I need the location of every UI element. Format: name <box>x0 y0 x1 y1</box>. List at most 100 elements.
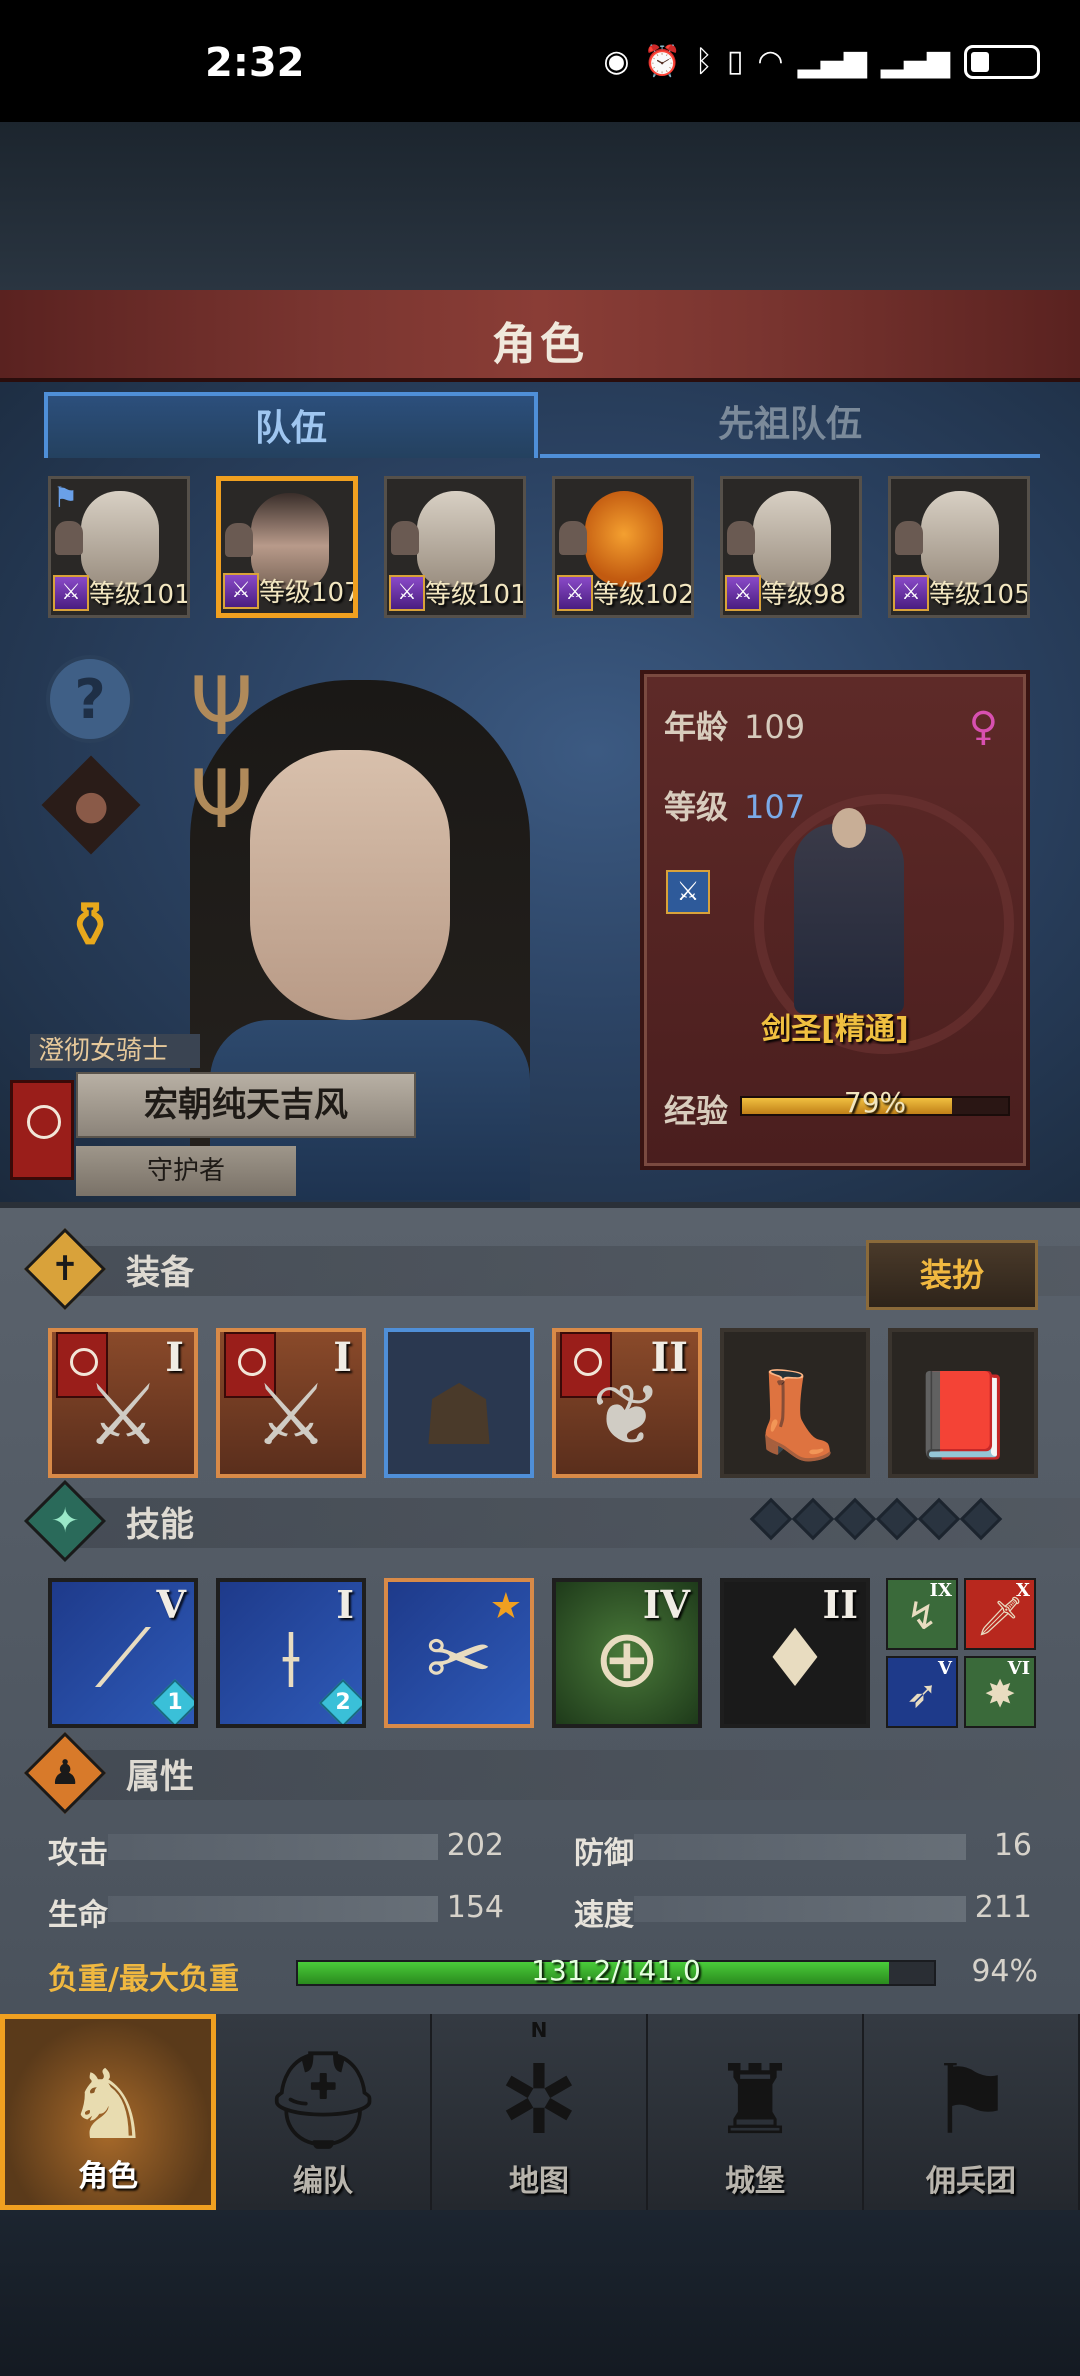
hero-title: 澄彻女骑士 <box>30 1034 200 1068</box>
skill-slot[interactable]: ⟊ I 2 <box>216 1578 366 1728</box>
class-bust-icon <box>391 521 419 555</box>
nav-item-mercenary[interactable]: ⚑ 佣兵团 <box>864 2014 1080 2210</box>
cross-icon: ✝ <box>23 1227 107 1311</box>
level-class-icon: ⚔ <box>557 575 593 611</box>
exp-label: 经验 <box>664 1092 729 1130</box>
exp-value: 79% <box>843 1086 907 1119</box>
level-class-icon: ⚔ <box>53 575 89 611</box>
equipment-slot[interactable]: ⚔ I <box>48 1328 198 1478</box>
passive-skill-slot[interactable]: ↯ IX <box>886 1578 958 1650</box>
tab-ancestor-team[interactable]: 先祖队伍 <box>540 392 1040 458</box>
passive-skill-slot[interactable]: ➶ V <box>886 1656 958 1728</box>
skill-rank: IX <box>929 1580 952 1601</box>
page-header: 角色 <box>0 290 1080 382</box>
level-class-icon: ⚔ <box>725 575 761 611</box>
gem-number: 1 <box>167 1690 183 1715</box>
age-row: 年龄 109 <box>664 708 806 746</box>
defense-stat: 防御 16 <box>574 1828 1032 1871</box>
hero-info-card: 年龄 109 ♀ 等级 107 ⚔ 剑圣[精通] 经验 79% <box>640 670 1030 1170</box>
boots-icon: 👢 <box>742 1366 848 1464</box>
weight-label: 负重/最大负重 <box>48 1962 239 1997</box>
speed-value: 211 <box>974 1890 1032 1925</box>
status-bar: 2:32 ◉ ⏰ ᛒ ▯ ◠ ▂▄▆ ▂▄▆ <box>0 0 1080 122</box>
hero-card[interactable]: ⚔ 等级98 <box>720 476 862 618</box>
skill-rank: V <box>938 1658 952 1679</box>
speed-stat: 速度 211 <box>574 1890 1032 1933</box>
nav-label: 地图 <box>509 2164 569 2199</box>
hero-portrait-icon <box>81 491 159 587</box>
skill-pip <box>917 1497 961 1541</box>
compass-icon: ✲ <box>498 2044 580 2156</box>
hero-name[interactable]: 宏朝纯天吉风 <box>76 1072 416 1138</box>
nav-item-castle[interactable]: ♜ 城堡 <box>648 2014 864 2210</box>
passive-skill-slot[interactable]: 🗡 X <box>964 1578 1036 1650</box>
skill-slots: ⟋ V 1 ⟊ I 2 ✂ ★ ⊕ IV ♦ II <box>48 1578 870 1728</box>
hero-level: 等级101 <box>425 580 526 610</box>
skill-slot[interactable]: ✂ ★ <box>384 1578 534 1728</box>
equipment-slots: ⚔ I ⚔ I ☗ ❦ II 👢 📕 <box>48 1328 1038 1478</box>
nav-label: 城堡 <box>725 2164 785 2199</box>
hero-card[interactable]: ⚔ 等级107 <box>216 476 358 618</box>
skill-rank: VI <box>1007 1658 1030 1679</box>
star-icon: ✦ <box>23 1479 107 1563</box>
skill-slot[interactable]: ⊕ IV <box>552 1578 702 1728</box>
gem-number: 2 <box>335 1690 351 1715</box>
skill-rank: X <box>1016 1580 1030 1601</box>
skill-rank: I <box>336 1582 354 1627</box>
tier-label: I <box>333 1334 352 1381</box>
skill-slot[interactable]: ♦ II <box>720 1578 870 1728</box>
hp-value: 154 <box>446 1890 504 1925</box>
tab-team[interactable]: 队伍 <box>44 392 538 458</box>
tier-label: I <box>165 1334 184 1381</box>
equipment-slot[interactable]: ❦ II <box>552 1328 702 1478</box>
potion-button[interactable]: ⚱ <box>46 882 134 970</box>
help-button[interactable]: ? <box>46 655 134 743</box>
passive-skill-slot[interactable]: ✸ VI <box>964 1656 1036 1728</box>
battery-icon <box>964 44 1040 79</box>
nav-item-knight[interactable]: ♞ 角色 <box>0 2014 216 2210</box>
helmet-icon: ⛑ <box>262 2044 384 2156</box>
hero-level: 等级105 <box>929 580 1030 610</box>
level-class-icon: ⚔ <box>223 573 259 609</box>
equipment-slot[interactable]: ⚔ I <box>216 1328 366 1478</box>
hp-stat: 生命 154 <box>48 1890 504 1933</box>
dress-up-button[interactable]: 装扮 <box>866 1240 1038 1310</box>
level-class-icon: ⚔ <box>893 575 929 611</box>
hero-level: 等级101 <box>89 580 190 610</box>
bust-icon: ● <box>73 782 109 828</box>
female-icon: ♀ <box>968 704 998 750</box>
hero-card[interactable]: ⚔ 等级105 <box>888 476 1030 618</box>
nav-item-helmet[interactable]: ⛑ 编队 <box>216 2014 432 2210</box>
class-figure <box>794 808 904 1014</box>
class-bust-icon <box>559 521 587 555</box>
equipment-slot[interactable]: 👢 <box>720 1328 870 1478</box>
star-icon: ★ <box>489 1586 522 1627</box>
hero-card[interactable]: ⚔ 等级102 <box>552 476 694 618</box>
equipment-slot[interactable]: ☗ <box>384 1328 534 1478</box>
equipment-slot[interactable]: 📕 <box>888 1328 1038 1478</box>
wifi-icon: ◠ <box>757 44 784 79</box>
eye-icon: ◉ <box>603 44 630 79</box>
class-bust-icon <box>225 523 253 557</box>
bluetooth-icon: ᛒ <box>694 44 713 79</box>
potion-icon: ⚱ <box>63 889 117 963</box>
bottom-nav: ♞ 角色 ⛑ 编队 ✲ N 地图 ♜ 城堡 ⚑ 佣兵团 <box>0 2014 1080 2210</box>
hero-card[interactable]: ⚑ ⚔ 等级101 <box>48 476 190 618</box>
hero-portrait-icon <box>417 491 495 587</box>
class-bust-icon <box>55 521 83 555</box>
skill-pip <box>749 1497 793 1541</box>
nav-item-compass[interactable]: ✲ N 地图 <box>432 2014 648 2210</box>
skill-rank: IV <box>642 1582 690 1627</box>
alarm-icon: ⏰ <box>643 44 681 79</box>
class-bust-icon <box>895 521 923 555</box>
mercenary-icon: ⚑ <box>927 2044 1015 2156</box>
skill-pip <box>875 1497 919 1541</box>
class-icon: ⚔ <box>666 870 710 914</box>
skill-pip <box>959 1497 1003 1541</box>
skill-slot[interactable]: ⟋ V 1 <box>48 1578 198 1728</box>
hero-portrait-icon <box>753 491 831 587</box>
hero-banner-icon <box>10 1080 74 1180</box>
north-label: N <box>530 2018 548 2042</box>
hero-card[interactable]: ⚔ 等级101 <box>384 476 526 618</box>
castle-icon: ♜ <box>711 2044 799 2156</box>
